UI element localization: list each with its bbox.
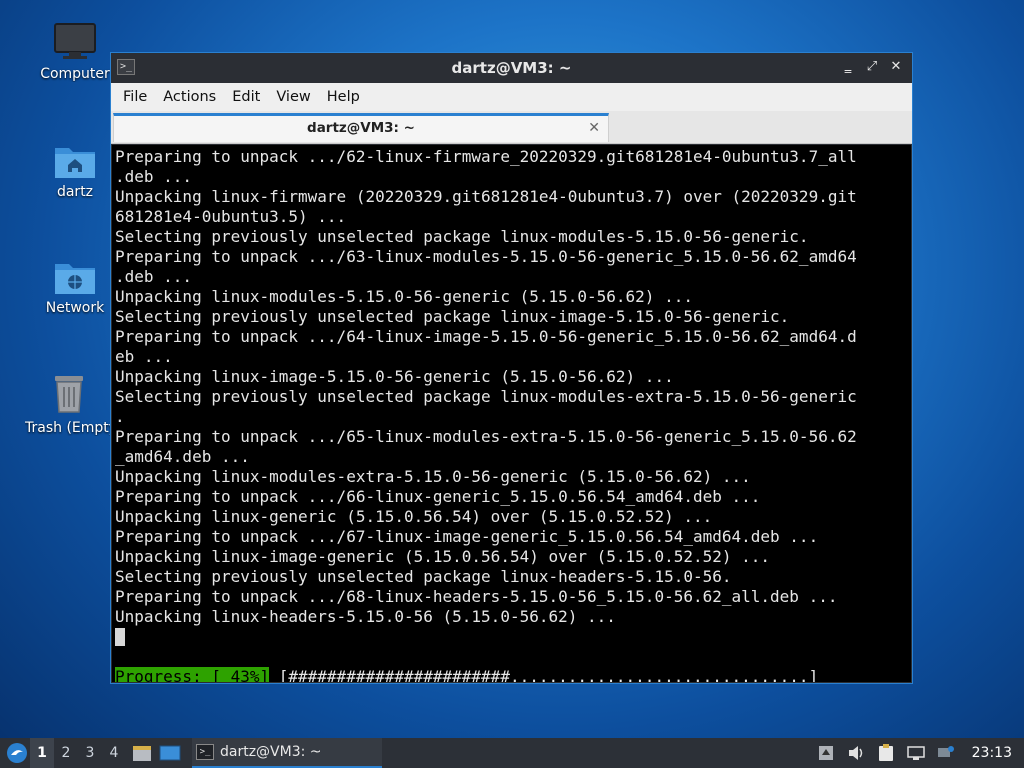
tab-label: dartz@VM3: ~	[307, 120, 415, 136]
menu-view[interactable]: View	[268, 89, 318, 105]
file-manager-icon	[133, 746, 151, 761]
menu-bar: File Actions Edit View Help	[111, 83, 912, 111]
terminal-line: Selecting previously unselected package …	[115, 387, 857, 406]
display-settings-icon[interactable]	[936, 743, 956, 763]
terminal-line: Unpacking linux-modules-5.15.0-56-generi…	[115, 287, 693, 306]
terminal-line: Unpacking linux-image-5.15.0-56-generic …	[115, 367, 674, 386]
system-tray: 23:13	[816, 743, 1024, 763]
updates-icon[interactable]	[816, 743, 836, 763]
desktop-icon-trash[interactable]: Trash (Empty)	[25, 372, 113, 436]
progress-line: Progress: [ 43%] [######################…	[115, 667, 908, 682]
minimize-icon[interactable]: ‗	[838, 57, 858, 77]
terminal-line: Unpacking linux-firmware (20220329.git68…	[115, 187, 857, 206]
lubuntu-logo-icon	[7, 743, 27, 763]
terminal-line: .deb ...	[115, 267, 193, 286]
terminal-cursor-line	[115, 627, 908, 647]
terminal-line: Preparing to unpack .../67-linux-image-g…	[115, 527, 819, 546]
tab-close-icon[interactable]: ✕	[588, 116, 600, 140]
terminal-output[interactable]: Preparing to unpack .../62-linux-firmwar…	[112, 145, 911, 682]
home-folder-icon	[55, 148, 95, 178]
terminal-line: Preparing to unpack .../62-linux-firmwar…	[115, 147, 857, 166]
network-folder-icon	[55, 264, 95, 294]
terminal-line: Preparing to unpack .../68-linux-headers…	[115, 587, 838, 606]
progress-label: Progress: [ 43%]	[115, 667, 270, 682]
workspace-4[interactable]: 4	[102, 738, 126, 768]
progress-bar: [#######################................…	[269, 667, 819, 682]
desktop-icon	[159, 745, 181, 761]
terminal-line: Selecting previously unselected package …	[115, 227, 809, 246]
terminal-cursor	[115, 628, 125, 646]
menu-actions[interactable]: Actions	[155, 89, 224, 105]
volume-icon[interactable]	[846, 743, 866, 763]
taskbar-task-terminal[interactable]: >_ dartz@VM3: ~	[192, 738, 382, 768]
terminal-line: .	[115, 407, 125, 426]
menu-file[interactable]: File	[115, 89, 155, 105]
taskbar-task-label: dartz@VM3: ~	[220, 744, 322, 760]
terminal-line: Selecting previously unselected package …	[115, 307, 790, 326]
terminal-line: Unpacking linux-image-generic (5.15.0.56…	[115, 547, 771, 566]
terminal-line: Preparing to unpack .../63-linux-modules…	[115, 247, 857, 266]
window-titlebar[interactable]: >_ dartz@VM3: ~ ‗ ⤢ ✕	[111, 53, 912, 83]
terminal-line: eb ...	[115, 347, 173, 366]
monitor-icon	[54, 23, 96, 59]
show-desktop-button[interactable]	[158, 742, 182, 764]
start-menu-button[interactable]	[4, 740, 30, 766]
terminal-line: 681281e4-0ubuntu3.5) ...	[115, 207, 347, 226]
workspace-2[interactable]: 2	[54, 738, 78, 768]
terminal-line: Preparing to unpack .../66-linux-generic…	[115, 487, 761, 506]
terminal-line: Unpacking linux-headers-5.15.0-56 (5.15.…	[115, 607, 616, 626]
terminal-task-icon: >_	[196, 744, 214, 760]
maximize-icon[interactable]: ⤢	[862, 57, 882, 77]
workspace-1[interactable]: 1	[30, 738, 54, 768]
clipboard-icon[interactable]	[876, 743, 896, 763]
terminal-line: Unpacking linux-modules-extra-5.15.0-56-…	[115, 467, 751, 486]
terminal-line: .deb ...	[115, 167, 193, 186]
file-manager-launcher[interactable]	[130, 742, 154, 764]
workspace-3[interactable]: 3	[78, 738, 102, 768]
terminal-line: Preparing to unpack .../65-linux-modules…	[115, 427, 857, 446]
taskbar: 1 2 3 4 >_ dartz@VM3: ~ 23:13	[0, 738, 1024, 768]
menu-help[interactable]: Help	[319, 89, 368, 105]
terminal-window: >_ dartz@VM3: ~ ‗ ⤢ ✕ File Actions Edit …	[110, 52, 913, 684]
terminal-line: _amd64.deb ...	[115, 447, 250, 466]
network-status-icon[interactable]	[906, 743, 926, 763]
close-icon[interactable]: ✕	[886, 57, 906, 77]
tab-bar: dartz@VM3: ~ ✕	[111, 111, 912, 144]
clock[interactable]: 23:13	[972, 745, 1012, 761]
menu-edit[interactable]: Edit	[224, 89, 268, 105]
terminal-line: Selecting previously unselected package …	[115, 567, 732, 586]
terminal-line: Unpacking linux-generic (5.15.0.56.54) o…	[115, 507, 713, 526]
terminal-line: Preparing to unpack .../64-linux-image-5…	[115, 327, 857, 346]
window-title: dartz@VM3: ~	[451, 59, 572, 77]
tab-terminal[interactable]: dartz@VM3: ~ ✕	[113, 113, 609, 142]
trash-icon	[55, 376, 83, 413]
desktop-icon-label: Trash (Empty)	[25, 420, 113, 436]
